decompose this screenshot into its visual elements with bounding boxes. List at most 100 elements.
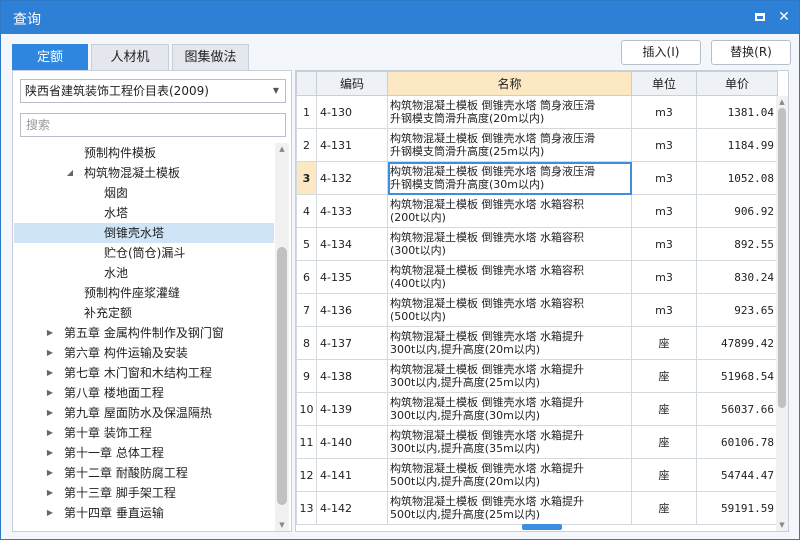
- unit-cell[interactable]: 座: [631, 491, 697, 525]
- name-cell[interactable]: 构筑物混凝土模板 倒锥壳水塔 水箱提升 500t以内,提升高度(25m以内): [387, 491, 632, 525]
- unit-cell[interactable]: m3: [631, 128, 697, 162]
- tree-item[interactable]: ▶ 第十四章 垂直运输: [14, 503, 274, 523]
- code-cell[interactable]: 4-133: [316, 194, 388, 228]
- price-cell[interactable]: 47899.42: [696, 326, 778, 360]
- code-cell[interactable]: 4-136: [316, 293, 388, 327]
- tree-item[interactable]: 水池: [14, 263, 274, 283]
- table-row[interactable]: 9 4-138 构筑物混凝土模板 倒锥壳水塔 水箱提升 300t以内,提升高度(25m…: [296, 359, 778, 393]
- unit-cell[interactable]: m3: [631, 260, 697, 294]
- code-cell[interactable]: 4-139: [316, 392, 388, 426]
- code-cell[interactable]: 4-131: [316, 128, 388, 162]
- row-number[interactable]: 6: [296, 260, 317, 294]
- table-row[interactable]: 13 4-142 构筑物混凝土模板 倒锥壳水塔 水箱提升 500t以内,提升高度(25…: [296, 491, 778, 525]
- table-row[interactable]: 11 4-140 构筑物混凝土模板 倒锥壳水塔 水箱提升 300t以内,提升高度(35…: [296, 425, 778, 459]
- col-header-name[interactable]: 名称: [387, 71, 632, 96]
- col-header-unit[interactable]: 单位: [631, 71, 697, 96]
- table-row[interactable]: 1 4-130 构筑物混凝土模板 倒锥壳水塔 筒身液压滑 升钢模支筒滑升高度(20m以…: [296, 95, 778, 129]
- unit-cell[interactable]: 座: [631, 359, 697, 393]
- col-header-price[interactable]: 单价: [696, 71, 778, 96]
- price-cell[interactable]: 1052.08: [696, 161, 778, 195]
- tree-item[interactable]: ▶ 第九章 屋面防水及保温隔热: [14, 403, 274, 423]
- row-number[interactable]: 9: [296, 359, 317, 393]
- row-number[interactable]: 4: [296, 194, 317, 228]
- expand-arrow-icon[interactable]: ▶: [45, 503, 55, 523]
- row-number[interactable]: 7: [296, 293, 317, 327]
- tree-item[interactable]: 贮仓(筒仓)漏斗: [14, 243, 274, 263]
- unit-cell[interactable]: 座: [631, 392, 697, 426]
- name-cell[interactable]: 构筑物混凝土模板 倒锥壳水塔 水箱提升 500t以内,提升高度(20m以内): [387, 458, 632, 492]
- row-number[interactable]: 3: [296, 161, 317, 195]
- row-number[interactable]: 2: [296, 128, 317, 162]
- row-number[interactable]: 11: [296, 425, 317, 459]
- expand-arrow-icon[interactable]: ▶: [45, 363, 55, 383]
- tab-atlas-method[interactable]: 图集做法: [172, 44, 249, 70]
- row-number[interactable]: 10: [296, 392, 317, 426]
- unit-cell[interactable]: 座: [631, 458, 697, 492]
- collapse-arrow-icon[interactable]: ◢: [65, 163, 75, 183]
- name-cell[interactable]: 构筑物混凝土模板 倒锥壳水塔 筒身液压滑 升钢模支筒滑升高度(25m以内): [387, 128, 632, 162]
- tree-item[interactable]: 烟囱: [14, 183, 274, 203]
- insert-button[interactable]: 插入(I): [621, 40, 701, 65]
- name-cell[interactable]: 构筑物混凝土模板 倒锥壳水塔 水箱容积 (400t以内): [387, 260, 632, 294]
- name-cell[interactable]: 构筑物混凝土模板 倒锥壳水塔 水箱容积 (200t以内): [387, 194, 632, 228]
- price-cell[interactable]: 923.65: [696, 293, 778, 327]
- table-row[interactable]: 6 4-135 构筑物混凝土模板 倒锥壳水塔 水箱容积 (400t以内) m3 830.2…: [296, 260, 778, 294]
- tree-item[interactable]: ▶ 第十三章 脚手架工程: [14, 483, 274, 503]
- unit-cell[interactable]: 座: [631, 326, 697, 360]
- tab-quota[interactable]: 定额: [12, 44, 88, 70]
- price-cell[interactable]: 60106.78: [696, 425, 778, 459]
- code-cell[interactable]: 4-135: [316, 260, 388, 294]
- code-cell[interactable]: 4-138: [316, 359, 388, 393]
- price-cell[interactable]: 1381.04: [696, 95, 778, 129]
- table-row[interactable]: 10 4-139 构筑物混凝土模板 倒锥壳水塔 水箱提升 300t以内,提升高度(30…: [296, 392, 778, 426]
- tree-item[interactable]: 倒锥壳水塔: [14, 223, 274, 243]
- unit-cell[interactable]: 座: [631, 425, 697, 459]
- table-row[interactable]: 4 4-133 构筑物混凝土模板 倒锥壳水塔 水箱容积 (200t以内) m3 906.9…: [296, 194, 778, 228]
- code-cell[interactable]: 4-141: [316, 458, 388, 492]
- grid-scroll-thumb[interactable]: [778, 108, 786, 408]
- price-cell[interactable]: 56037.66: [696, 392, 778, 426]
- col-header-code[interactable]: 编码: [316, 71, 388, 96]
- unit-cell[interactable]: m3: [631, 161, 697, 195]
- unit-cell[interactable]: m3: [631, 95, 697, 129]
- expand-arrow-icon[interactable]: ▶: [45, 483, 55, 503]
- expand-arrow-icon[interactable]: ▶: [45, 443, 55, 463]
- price-cell[interactable]: 54744.47: [696, 458, 778, 492]
- row-number[interactable]: 5: [296, 227, 317, 261]
- tree-scrollbar[interactable]: ▲ ▼: [275, 143, 289, 531]
- grid-scrollbar[interactable]: ▲ ▼: [776, 96, 788, 531]
- table-row[interactable]: 3 4-132 构筑物混凝土模板 倒锥壳水塔 筒身液压滑 升钢模支筒滑升高度(30m以…: [296, 161, 778, 195]
- price-cell[interactable]: 892.55: [696, 227, 778, 261]
- price-cell[interactable]: 59191.59: [696, 491, 778, 525]
- name-cell[interactable]: 构筑物混凝土模板 倒锥壳水塔 水箱容积 (500t以内): [387, 293, 632, 327]
- code-cell[interactable]: 4-140: [316, 425, 388, 459]
- price-cell[interactable]: 830.24: [696, 260, 778, 294]
- price-cell[interactable]: 1184.99: [696, 128, 778, 162]
- table-row[interactable]: 2 4-131 构筑物混凝土模板 倒锥壳水塔 筒身液压滑 升钢模支筒滑升高度(25m以…: [296, 128, 778, 162]
- tree-item[interactable]: 水塔: [14, 203, 274, 223]
- expand-arrow-icon[interactable]: ▶: [45, 423, 55, 443]
- code-cell[interactable]: 4-130: [316, 95, 388, 129]
- row-number[interactable]: 12: [296, 458, 317, 492]
- name-cell[interactable]: 构筑物混凝土模板 倒锥壳水塔 筒身液压滑 升钢模支筒滑升高度(20m以内): [387, 95, 632, 129]
- row-number[interactable]: 8: [296, 326, 317, 360]
- table-row[interactable]: 7 4-136 构筑物混凝土模板 倒锥壳水塔 水箱容积 (500t以内) m3 923.6…: [296, 293, 778, 327]
- maximize-icon[interactable]: [751, 8, 769, 26]
- expand-grip-icon[interactable]: [522, 524, 562, 530]
- unit-cell[interactable]: m3: [631, 227, 697, 261]
- tree-item[interactable]: ▶ 第五章 金属构件制作及钢门窗: [14, 323, 274, 343]
- tree-item[interactable]: ▶ 第十章 装饰工程: [14, 423, 274, 443]
- code-cell[interactable]: 4-142: [316, 491, 388, 525]
- table-row[interactable]: 8 4-137 构筑物混凝土模板 倒锥壳水塔 水箱提升 300t以内,提升高度(20m…: [296, 326, 778, 360]
- unit-cell[interactable]: m3: [631, 293, 697, 327]
- grid-scroll-up-icon[interactable]: ▲: [776, 96, 788, 108]
- table-row[interactable]: 12 4-141 构筑物混凝土模板 倒锥壳水塔 水箱提升 500t以内,提升高度(20…: [296, 458, 778, 492]
- scroll-down-icon[interactable]: ▼: [275, 519, 289, 531]
- tree-item[interactable]: ▶ 第六章 构件运输及安装: [14, 343, 274, 363]
- scroll-up-icon[interactable]: ▲: [275, 143, 289, 155]
- expand-arrow-icon[interactable]: ▶: [45, 403, 55, 423]
- table-row[interactable]: 5 4-134 构筑物混凝土模板 倒锥壳水塔 水箱容积 (300t以内) m3 892.5…: [296, 227, 778, 261]
- tree-item[interactable]: 预制构件座浆灌缝: [14, 283, 274, 303]
- tree-item[interactable]: 预制构件模板: [14, 143, 274, 163]
- tree-item[interactable]: ▶ 第八章 楼地面工程: [14, 383, 274, 403]
